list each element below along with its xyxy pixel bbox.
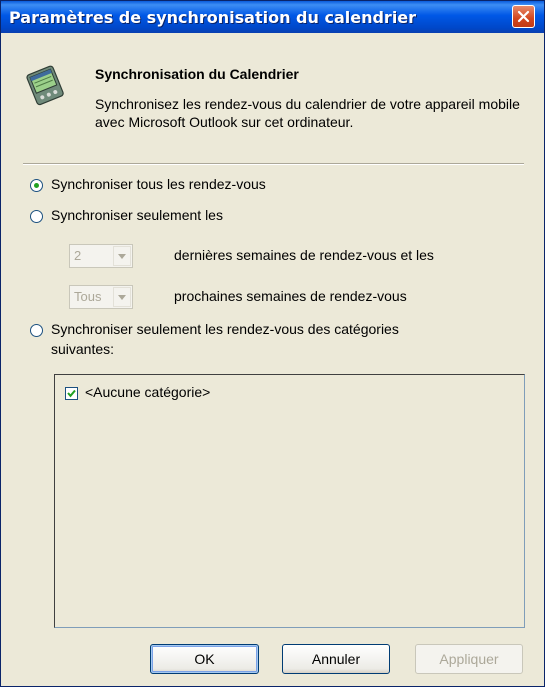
dialog-window: Paramètres de synchronisation du calendr… bbox=[0, 0, 545, 687]
window-title: Paramètres de synchronisation du calendr… bbox=[9, 8, 417, 27]
category-label[interactable]: <Aucune catégorie> bbox=[85, 384, 210, 400]
close-button[interactable] bbox=[512, 5, 535, 28]
radio-sync-all[interactable] bbox=[30, 179, 43, 192]
future-weeks-value: Tous bbox=[74, 289, 102, 304]
title-bar[interactable]: Paramètres de synchronisation du calendr… bbox=[1, 1, 544, 33]
category-checkbox[interactable] bbox=[65, 387, 78, 400]
checkmark-icon bbox=[67, 389, 76, 398]
apply-button[interactable]: Appliquer bbox=[415, 644, 523, 674]
past-weeks-combo[interactable]: 2 bbox=[69, 244, 133, 268]
future-weeks-combo[interactable]: Tous bbox=[69, 285, 133, 309]
close-icon bbox=[517, 10, 530, 23]
header-title: Synchronisation du Calendrier bbox=[95, 66, 299, 82]
radio-sync-only[interactable] bbox=[30, 210, 43, 223]
past-weeks-value: 2 bbox=[74, 248, 82, 263]
separator bbox=[23, 163, 524, 165]
future-weeks-suffix: prochaines semaines de rendez-vous bbox=[174, 288, 407, 304]
future-weeks-dropdown-button[interactable] bbox=[113, 287, 131, 307]
radio-sync-only-label[interactable]: Synchroniser seulement les bbox=[51, 207, 223, 223]
chevron-down-icon bbox=[118, 295, 126, 300]
radio-sync-categories-label-cont[interactable]: suivantes: bbox=[51, 341, 114, 357]
category-list[interactable]: <Aucune catégorie> bbox=[54, 374, 525, 628]
chevron-down-icon bbox=[118, 254, 126, 259]
past-weeks-suffix: dernières semaines de rendez-vous et les bbox=[174, 247, 434, 263]
cancel-button[interactable]: Annuler bbox=[282, 644, 390, 674]
radio-sync-all-label[interactable]: Synchroniser tous les rendez-vous bbox=[51, 176, 266, 192]
header-description: Synchronisez les rendez-vous du calendri… bbox=[95, 96, 520, 130]
past-weeks-dropdown-button[interactable] bbox=[113, 246, 131, 266]
radio-sync-categories[interactable] bbox=[30, 324, 43, 337]
ok-button[interactable]: OK bbox=[150, 644, 259, 674]
radio-sync-categories-label[interactable]: Synchroniser seulement les rendez-vous d… bbox=[51, 321, 399, 337]
handheld-calendar-icon bbox=[26, 65, 64, 106]
